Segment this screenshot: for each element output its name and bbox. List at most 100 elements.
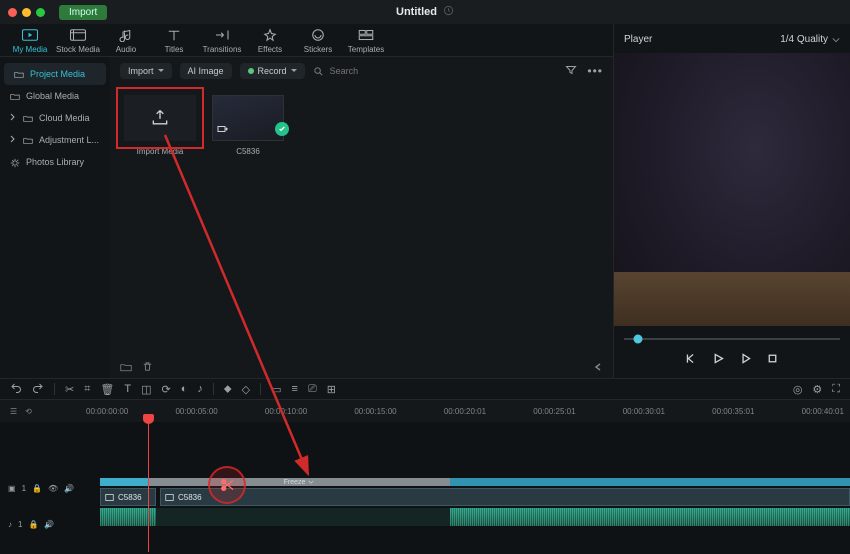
- link-icon[interactable]: ⟲: [25, 407, 32, 416]
- media-tile[interactable]: C5836: [212, 95, 284, 156]
- preview-viewport[interactable]: [614, 53, 850, 326]
- sidebar-item-label: Project Media: [30, 69, 85, 79]
- prev-frame-button[interactable]: [685, 352, 698, 370]
- chevron-down-icon: [158, 69, 164, 75]
- track-lock-icon[interactable]: 🔒: [28, 520, 38, 529]
- play-button[interactable]: [712, 352, 725, 370]
- record-dropdown[interactable]: Record: [240, 63, 305, 79]
- import-media-tile[interactable]: Import Media: [124, 95, 196, 156]
- audio-wave-segment[interactable]: [450, 508, 850, 526]
- track-visibility-icon[interactable]: 👁: [48, 484, 58, 493]
- search-input[interactable]: [330, 66, 450, 76]
- track-number: 1: [22, 484, 26, 493]
- ai-image-button[interactable]: AI Image: [180, 63, 232, 79]
- crop2-tool[interactable]: ◫: [141, 383, 151, 396]
- video-track-header[interactable]: ▣ 1 🔒 👁 🔊: [0, 478, 80, 498]
- render-tool[interactable]: ⊞: [327, 383, 336, 396]
- media-sidebar: Project Media Global Media Cloud Media A…: [0, 57, 110, 378]
- next-frame-button[interactable]: [739, 352, 752, 370]
- video-clip[interactable]: C5836: [160, 488, 850, 506]
- tab-stock-media[interactable]: Stock Media: [54, 28, 102, 54]
- expand-button[interactable]: ⛶: [832, 383, 840, 396]
- filter-icon[interactable]: [565, 64, 577, 79]
- group-tool[interactable]: ▭: [271, 383, 281, 396]
- sidebar-item-project-media[interactable]: Project Media: [4, 63, 106, 85]
- delete-tool[interactable]: 🗑: [100, 383, 114, 396]
- settings-button[interactable]: ⚙: [812, 383, 822, 396]
- stop-button[interactable]: [766, 352, 779, 370]
- playhead[interactable]: [148, 420, 149, 552]
- mix-tool[interactable]: ⎚: [308, 383, 317, 396]
- freeze-segment[interactable]: Freeze: [148, 478, 450, 486]
- tab-audio[interactable]: Audio: [102, 28, 150, 54]
- player-label: Player: [624, 34, 652, 45]
- sidebar-item-photos-library[interactable]: Photos Library: [0, 151, 110, 173]
- collapse-icon[interactable]: [593, 362, 603, 375]
- sidebar-item-label: Adjustment L...: [39, 135, 99, 145]
- import-thumb[interactable]: [124, 95, 196, 141]
- header-import-button[interactable]: Import: [59, 5, 107, 20]
- trash-icon[interactable]: [142, 361, 153, 375]
- sidebar-item-global-media[interactable]: Global Media: [0, 85, 110, 107]
- quality-dropdown[interactable]: 1/4 Quality: [780, 34, 840, 45]
- text-tool[interactable]: T: [124, 383, 131, 395]
- tab-titles[interactable]: Titles: [150, 28, 198, 54]
- tab-stickers[interactable]: Stickers: [294, 28, 342, 54]
- zoom-fit-button[interactable]: ◎: [793, 383, 803, 396]
- tab-transitions[interactable]: Transitions: [198, 28, 246, 54]
- timeline-track-headers: ▣ 1 🔒 👁 🔊 ♪ 1 🔒 🔊: [0, 422, 80, 552]
- import-dropdown[interactable]: Import: [120, 63, 172, 79]
- crop-tool[interactable]: ⌗: [84, 383, 90, 396]
- track-mute-icon[interactable]: 🔊: [64, 484, 74, 493]
- tab-my-media[interactable]: My Media: [6, 28, 54, 54]
- tab-templates[interactable]: Templates: [342, 28, 390, 54]
- ruler-tick: 00:00:40:01: [802, 407, 844, 416]
- track-tool[interactable]: ≡: [291, 383, 297, 395]
- sidebar-item-label: Global Media: [26, 91, 79, 101]
- timeline-body[interactable]: Freeze C5836 C5836: [80, 422, 850, 552]
- more-icon[interactable]: •••: [587, 64, 603, 78]
- track-audio-icon: ♪: [8, 520, 12, 529]
- audio-icon: [117, 28, 135, 42]
- sidebar-item-adjustment-layer[interactable]: Adjustment L...: [0, 129, 110, 151]
- new-folder-icon[interactable]: [120, 362, 132, 375]
- history-icon[interactable]: [443, 5, 454, 19]
- browser-right-tools: •••: [565, 64, 603, 79]
- marker-tool[interactable]: ⬥: [224, 383, 232, 396]
- add-to-timeline-icon[interactable]: [217, 124, 229, 136]
- timeline-ruler[interactable]: 00:00:00:00 00:00:05:00 00:00:10:00 00:0…: [80, 407, 850, 416]
- track-mute-icon[interactable]: 🔊: [44, 520, 54, 529]
- import-label: Import: [128, 66, 154, 76]
- tab-effects[interactable]: Effects: [246, 28, 294, 54]
- pointer-tool[interactable]: ✂: [65, 383, 74, 396]
- redo-button[interactable]: [32, 382, 44, 397]
- titlebar: Import Untitled: [0, 0, 850, 24]
- keyframe-tool[interactable]: ◇: [242, 383, 250, 396]
- ai-image-label: AI Image: [188, 66, 224, 76]
- speed-tool[interactable]: ⟳: [162, 383, 171, 396]
- track-number: 1: [18, 520, 22, 529]
- audio-tool[interactable]: ♪: [197, 383, 203, 395]
- fx-segment-intro[interactable]: [100, 478, 148, 486]
- transitions-icon: [213, 28, 231, 42]
- freeze-label: Freeze: [284, 479, 306, 486]
- slider-knob[interactable]: [634, 335, 643, 344]
- clip-thumb[interactable]: [212, 95, 284, 141]
- preview-slider[interactable]: [624, 334, 840, 344]
- audio-track[interactable]: [100, 508, 850, 526]
- undo-button[interactable]: [10, 382, 22, 397]
- minimize-window[interactable]: [22, 8, 31, 17]
- fx-segment-tail[interactable]: [450, 478, 850, 486]
- search-box[interactable]: [313, 66, 558, 77]
- timeline: ▣ 1 🔒 👁 🔊 ♪ 1 🔒 🔊 Freeze C5836: [0, 422, 850, 552]
- snap-icon[interactable]: ☰: [10, 407, 17, 416]
- track-lock-icon[interactable]: 🔒: [32, 484, 42, 493]
- close-window[interactable]: [8, 8, 17, 17]
- folder-icon: [23, 114, 33, 122]
- color-tool[interactable]: ◐: [181, 383, 188, 395]
- sidebar-item-cloud-media[interactable]: Cloud Media: [0, 107, 110, 129]
- audio-track-header[interactable]: ♪ 1 🔒 🔊: [0, 514, 80, 534]
- maximize-window[interactable]: [36, 8, 45, 17]
- main-row: My Media Stock Media Audio Titles Transi…: [0, 24, 850, 378]
- timeline-toolbar: ✂ ⌗ 🗑 T ◫ ⟳ ◐ ♪ ⬥ ◇ ▭ ≡ ⎚ ⊞ ◎ ⚙ ⛶: [0, 378, 850, 400]
